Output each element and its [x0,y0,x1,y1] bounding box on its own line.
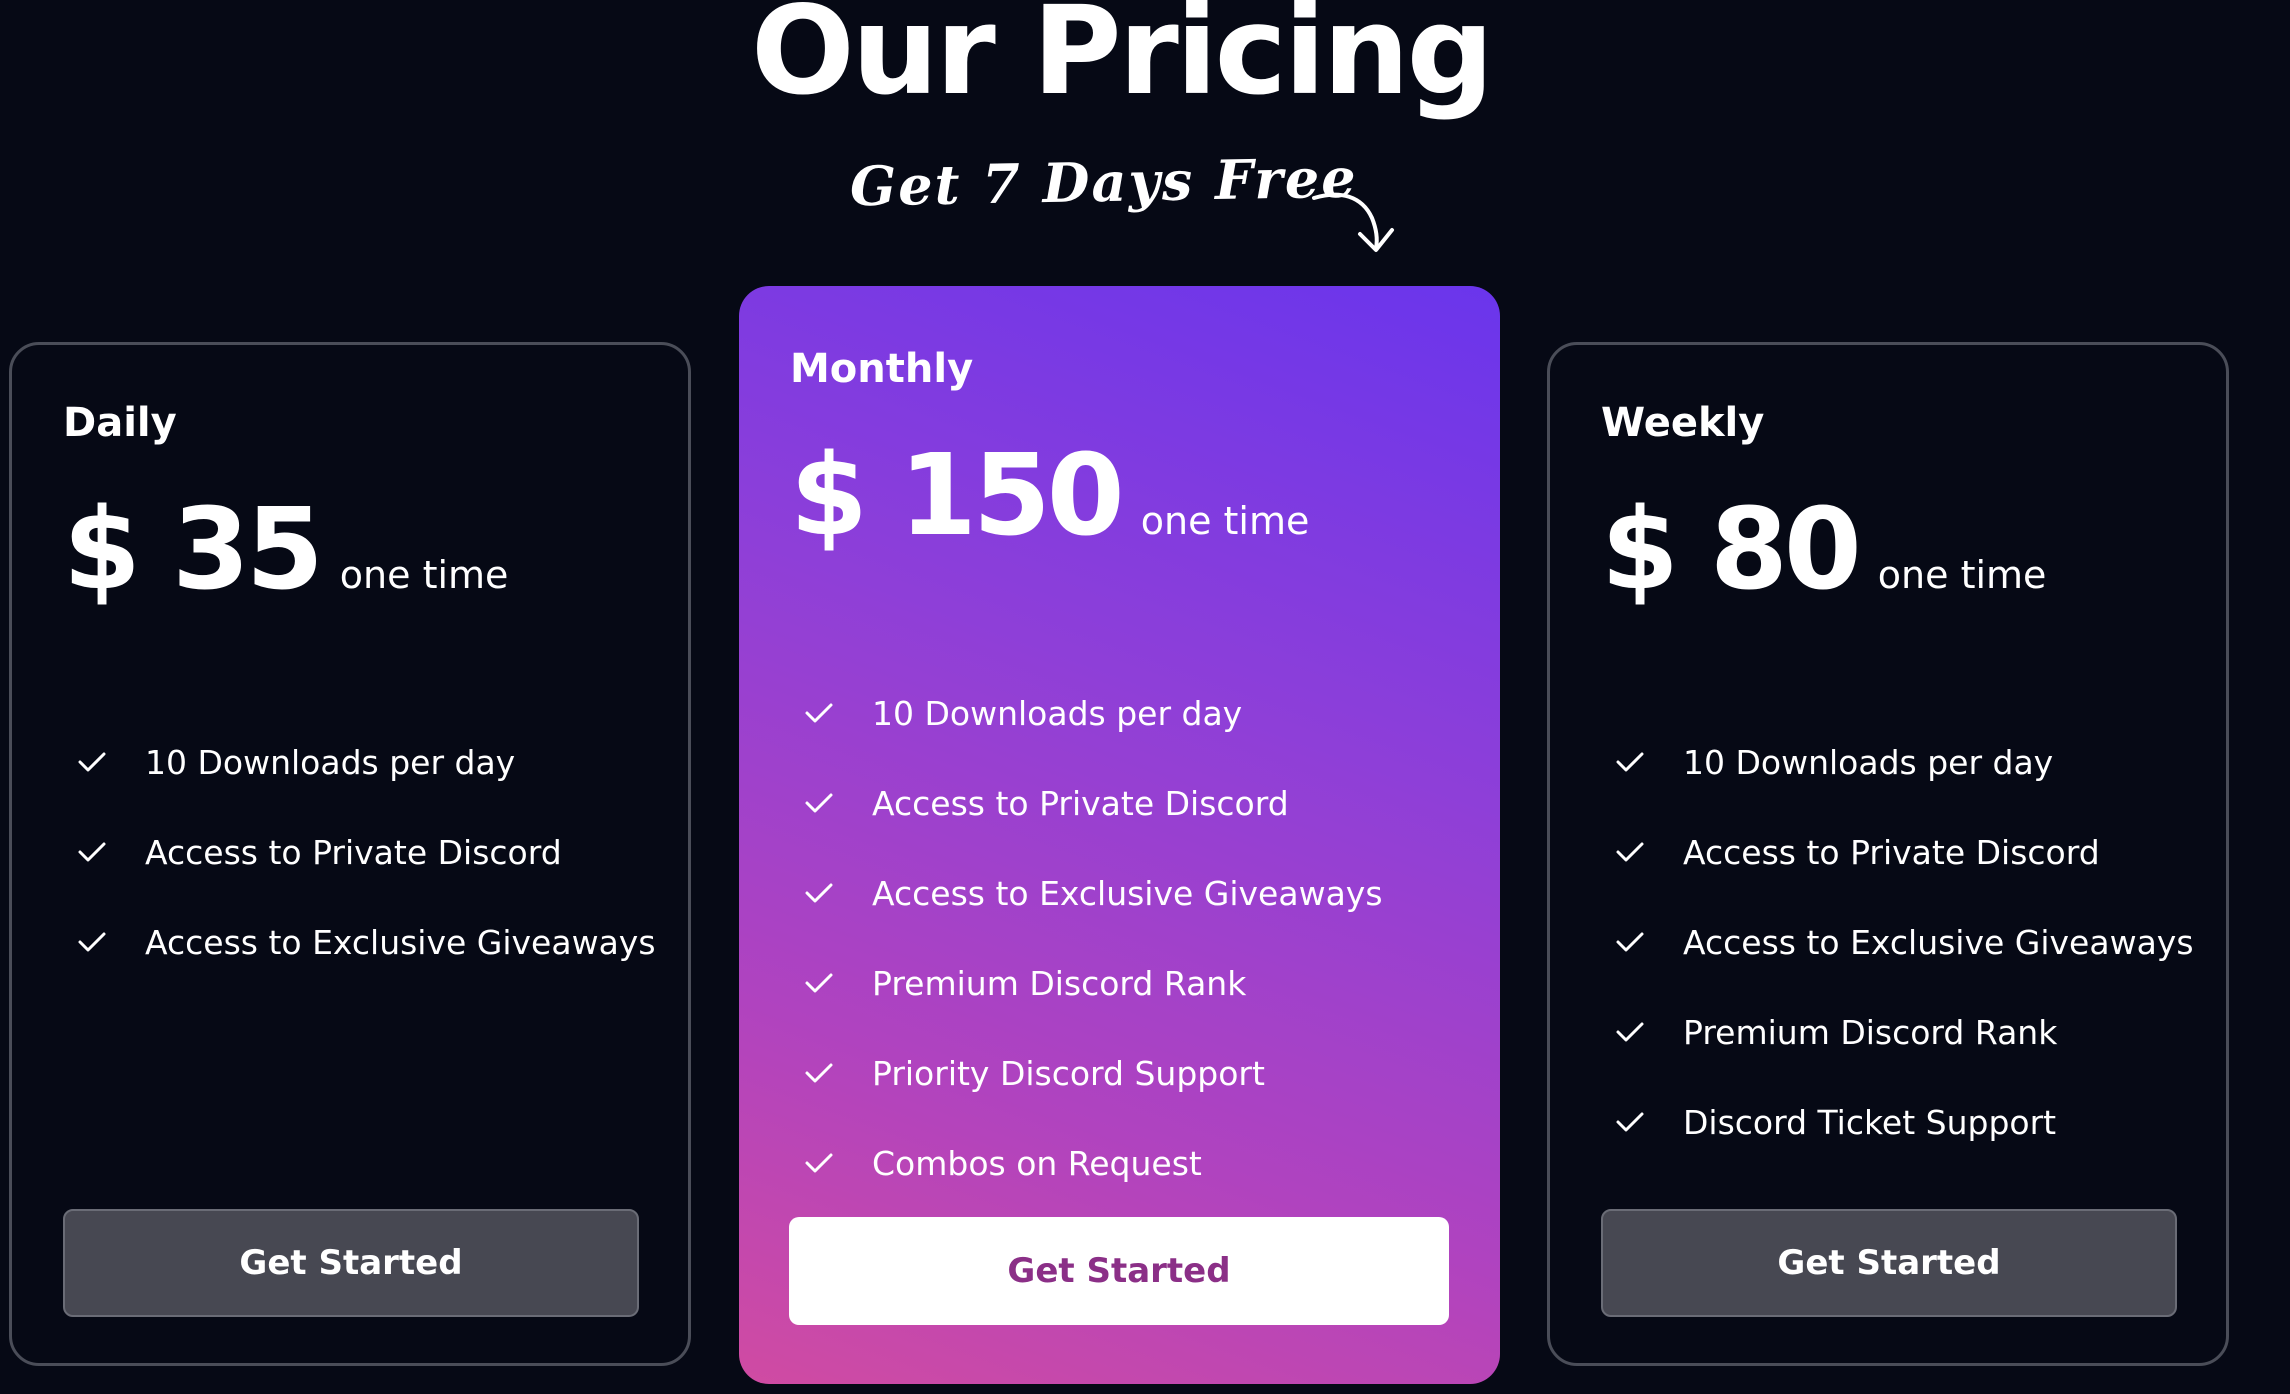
feature-label: Combos on Request [872,1143,1202,1183]
free-trial-text: Get 7 Days Free [849,145,1359,219]
price-value: 80 [1709,485,1862,615]
feature-list: 10 Downloads per day Access to Private D… [1613,717,2194,1167]
list-item: 10 Downloads per day [802,668,1383,758]
list-item: Access to Private Discord [1613,807,2194,897]
plan-card-daily: Daily $ 35 one time 10 Downloads per day… [9,342,691,1366]
feature-list: 10 Downloads per day Access to Private D… [75,717,656,987]
feature-label: 10 Downloads per day [145,742,516,782]
price-amount: $ 150 [790,431,1125,561]
list-item: Premium Discord Rank [802,938,1383,1028]
check-icon [78,752,106,772]
price-amount: $ 80 [1601,485,1862,615]
currency-symbol: $ [63,485,141,615]
currency-symbol: $ [1601,485,1679,615]
check-icon [805,973,833,993]
list-item: Access to Private Discord [75,807,656,897]
plan-card-monthly: Monthly $ 150 one time 10 Downloads per … [739,286,1500,1384]
check-icon [805,1063,833,1083]
feature-label: Access to Exclusive Giveaways [872,873,1383,913]
feature-list: 10 Downloads per day Access to Private D… [802,668,1383,1208]
check-icon [1616,752,1644,772]
check-icon [805,883,833,903]
list-item: Access to Private Discord [802,758,1383,848]
list-item: Combos on Request [802,1118,1383,1208]
list-item: 10 Downloads per day [75,717,656,807]
feature-label: Access to Exclusive Giveaways [1683,922,2194,962]
get-started-button-weekly[interactable]: Get Started [1601,1209,2177,1317]
plan-price: $ 35 one time [63,485,508,615]
plan-name: Daily [63,400,177,446]
feature-label: 10 Downloads per day [1683,742,2054,782]
check-icon [805,703,833,723]
get-started-button-daily[interactable]: Get Started [63,1209,639,1317]
feature-label: Access to Private Discord [1683,832,2100,872]
feature-label: Premium Discord Rank [872,963,1247,1003]
page-title: Our Pricing [751,0,1494,122]
check-icon [78,932,106,952]
price-value: 150 [898,431,1125,561]
curved-arrow-icon [1312,192,1394,252]
price-period: one time [1140,499,1310,543]
feature-label: Access to Exclusive Giveaways [145,922,656,962]
check-icon [1616,932,1644,952]
check-icon [805,793,833,813]
price-period: one time [339,553,509,597]
feature-label: Discord Ticket Support [1683,1102,2057,1142]
plan-price: $ 80 one time [1601,485,2046,615]
pricing-page: Our Pricing Get 7 Days Free Daily $ 35 o… [0,0,2290,1394]
check-icon [78,842,106,862]
check-icon [805,1153,833,1173]
feature-label: Premium Discord Rank [1683,1012,2058,1052]
list-item: Premium Discord Rank [1613,987,2194,1077]
check-icon [1616,1112,1644,1132]
plan-name: Monthly [790,346,974,392]
plan-name: Weekly [1601,400,1765,446]
plan-card-weekly: Weekly $ 80 one time 10 Downloads per da… [1547,342,2229,1366]
free-trial-callout: Get 7 Days Free [849,146,1394,252]
list-item: Priority Discord Support [802,1028,1383,1118]
price-amount: $ 35 [63,485,324,615]
list-item: 10 Downloads per day [1613,717,2194,807]
feature-label: 10 Downloads per day [872,693,1243,733]
feature-label: Access to Private Discord [145,832,562,872]
plan-price: $ 150 one time [790,431,1309,561]
list-item: Access to Exclusive Giveaways [1613,897,2194,987]
price-period: one time [1877,553,2047,597]
currency-symbol: $ [790,431,868,561]
check-icon [1616,1022,1644,1042]
list-item: Discord Ticket Support [1613,1077,2194,1167]
get-started-button-monthly[interactable]: Get Started [789,1217,1449,1325]
check-icon [1616,842,1644,862]
feature-label: Access to Private Discord [872,783,1289,823]
feature-label: Priority Discord Support [872,1053,1265,1093]
list-item: Access to Exclusive Giveaways [75,897,656,987]
list-item: Access to Exclusive Giveaways [802,848,1383,938]
price-value: 35 [171,485,324,615]
